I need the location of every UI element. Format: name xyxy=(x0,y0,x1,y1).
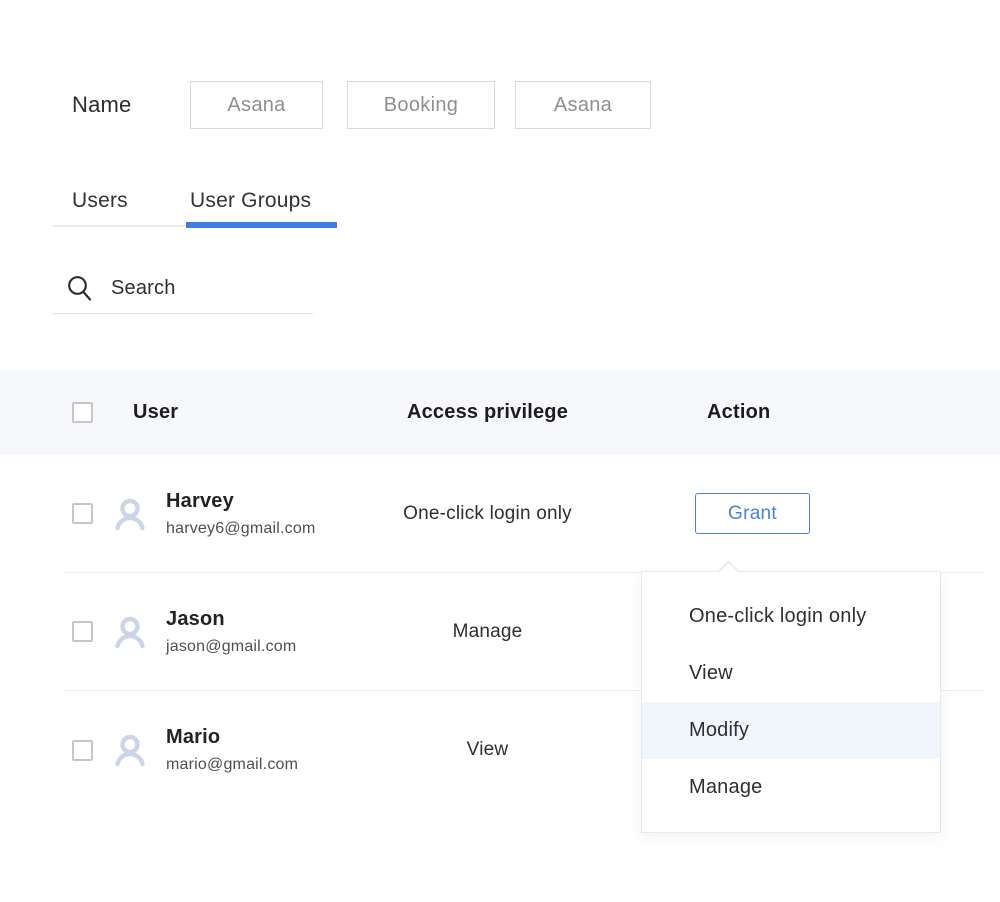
user-email: harvey6@gmail.com xyxy=(166,520,315,538)
dropdown-item-manage[interactable]: Manage xyxy=(642,759,940,816)
user-name: Mario xyxy=(166,726,298,749)
user-name: Jason xyxy=(166,608,296,631)
user-name: Harvey xyxy=(166,490,315,513)
search-icon xyxy=(66,274,93,303)
user-email: jason@gmail.com xyxy=(166,638,296,656)
row-checkbox[interactable] xyxy=(72,503,93,524)
dropdown-item-one-click-login-only[interactable]: One-click login only xyxy=(642,588,940,645)
filter-row: Name Asana Booking Asana xyxy=(72,81,651,129)
active-tab-indicator xyxy=(186,222,337,228)
access-privilege-value: View xyxy=(390,739,585,761)
access-privilege-dropdown: One-click login only View Modify Manage xyxy=(641,571,941,833)
access-privilege-value: Manage xyxy=(390,621,585,643)
select-all-checkbox[interactable] xyxy=(72,402,93,423)
grant-button[interactable]: Grant xyxy=(695,493,810,534)
tab-users[interactable]: Users xyxy=(72,189,128,213)
row-checkbox[interactable] xyxy=(72,740,93,761)
search-input[interactable] xyxy=(111,277,281,300)
search-box[interactable] xyxy=(52,264,313,314)
table-header: User Access privilege Action xyxy=(0,370,1000,455)
row-checkbox[interactable] xyxy=(72,621,93,642)
name-label: Name xyxy=(72,92,190,118)
tab-divider-line xyxy=(52,225,186,227)
access-privilege-value: One-click login only xyxy=(390,503,585,525)
column-header-access-privilege: Access privilege xyxy=(390,401,585,424)
table-row-harvey: Harvey harvey6@gmail.com One-click login… xyxy=(64,455,985,573)
user-avatar-icon xyxy=(110,494,150,534)
tab-user-groups[interactable]: User Groups xyxy=(190,189,311,213)
filter-chip-asana-2[interactable]: Asana xyxy=(515,81,651,129)
page: Name Asana Booking Asana Users User Grou… xyxy=(0,0,1000,902)
user-avatar-icon xyxy=(110,612,150,652)
user-avatar-icon xyxy=(110,730,150,770)
filter-chip-asana-1[interactable]: Asana xyxy=(190,81,323,129)
column-header-user: User xyxy=(110,401,390,424)
filter-chip-booking[interactable]: Booking xyxy=(347,81,495,129)
dropdown-item-view[interactable]: View xyxy=(642,645,940,702)
dropdown-item-modify[interactable]: Modify xyxy=(642,702,940,759)
column-header-action: Action xyxy=(585,401,1000,424)
user-email: mario@gmail.com xyxy=(166,756,298,774)
